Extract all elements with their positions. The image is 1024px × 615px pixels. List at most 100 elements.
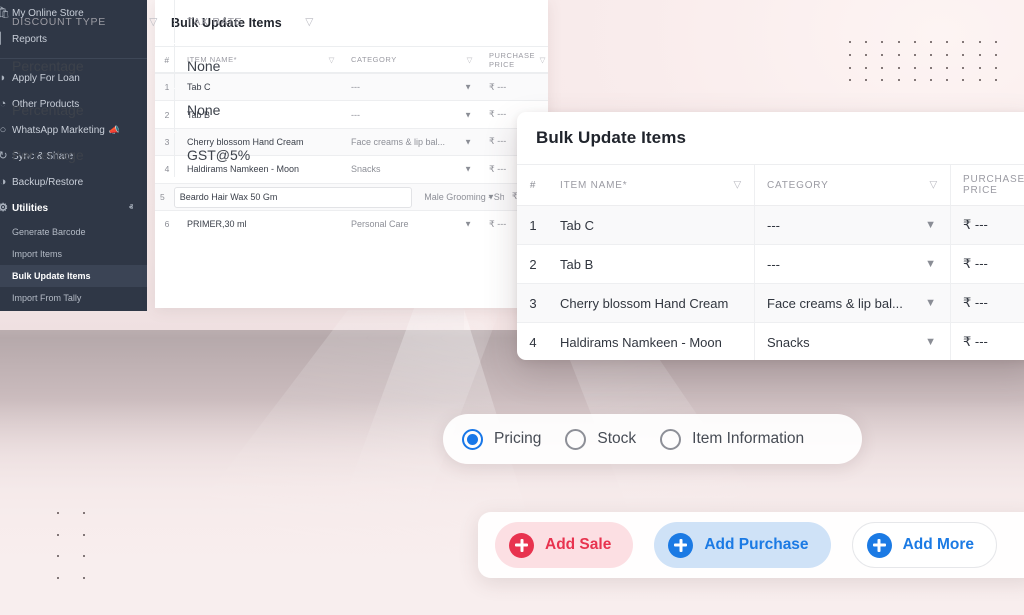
chevron-down-icon[interactable]: ▼	[925, 297, 936, 309]
row-number: 5	[155, 184, 170, 210]
radio-checked-icon[interactable]	[462, 429, 483, 450]
chevron-down-icon[interactable]: ▼	[925, 336, 936, 348]
chevron-down-icon[interactable]: ▼	[487, 192, 495, 201]
filter-funnel-icon[interactable]: ▽	[734, 180, 743, 191]
item-name-cell[interactable]: Tab C	[549, 206, 755, 244]
chevron-down-icon[interactable]: ▼	[464, 220, 472, 229]
sidebar-item-label: Backup/Restore	[12, 177, 83, 188]
category-dropdown[interactable]: --- ▼	[343, 101, 481, 127]
chevron-up-icon[interactable]: ⱏ	[129, 203, 133, 213]
decorative-dot	[881, 54, 883, 56]
decorative-dot	[849, 41, 851, 43]
category-dropdown[interactable]: --- ▼	[755, 245, 951, 283]
decorative-dot-grid-top-right	[849, 41, 999, 85]
radio-option-label: Stock	[597, 430, 636, 448]
table-body: 1 Tab C --- ▼ ₹ --- 2 Tab B --- ▼ ₹ --- 3 Cherry bl…	[517, 206, 1024, 360]
sidebar-item-utilities[interactable]: ⚙ Utilities ⱏ	[0, 195, 147, 221]
chevron-down-icon[interactable]: ▼	[925, 219, 936, 231]
table-row[interactable]: 2 Tab B --- ▼ ₹ ---	[517, 245, 1024, 284]
decorative-dot	[930, 79, 932, 81]
purchase-price-cell[interactable]: ₹ ---	[951, 323, 1024, 360]
category-dropdown[interactable]: --- ▼	[343, 74, 481, 100]
chevron-down-icon[interactable]: ▼	[464, 165, 472, 174]
add-purchase-button[interactable]: Add Purchase	[654, 522, 830, 568]
sidebar-sub-item-label: Generate Barcode	[12, 227, 86, 237]
column-header-label: PURCHASE PRICE	[963, 174, 1024, 196]
filter-funnel-icon[interactable]: ▽	[305, 16, 314, 28]
radio-unchecked-icon[interactable]	[565, 429, 586, 450]
table-row[interactable]: 5 Beardo Hair Wax 50 Gm Male Grooming - Sh…	[155, 183, 548, 210]
sidebar-item-label: Utilities	[12, 203, 48, 214]
filter-funnel-icon[interactable]: ▽	[540, 55, 546, 64]
add-more-button[interactable]: Add More	[852, 522, 997, 568]
filter-funnel-icon[interactable]: ▽	[930, 180, 939, 191]
tax-rate-dropdown[interactable]: GST@5% ⱟ	[175, 133, 330, 177]
decorative-dot	[57, 512, 59, 514]
decorative-dot	[57, 534, 59, 536]
chevron-down-icon[interactable]: ▼	[464, 137, 472, 146]
category-value: ---	[767, 257, 780, 272]
column-header-purchase-price: PURCHASE PRICE ▽	[481, 47, 548, 72]
item-name-cell[interactable]: Cherry blossom Hand Cream	[549, 284, 755, 322]
table-row[interactable]: 1 Tab C --- ▼ ₹ ---	[517, 206, 1024, 245]
category-dropdown[interactable]: --- ▼	[755, 206, 951, 244]
sidebar-item-import-from-tally[interactable]: Import From Tally	[0, 287, 147, 309]
filter-funnel-icon[interactable]: ▽	[467, 55, 473, 64]
decorative-dot	[914, 54, 916, 56]
chevron-down-icon[interactable]: ▼	[464, 83, 472, 92]
decorative-dot	[930, 41, 932, 43]
table-row[interactable]: 6 PRIMER,30 ml Personal Care ▼ ₹ ---	[155, 210, 548, 237]
add-sale-button[interactable]: Add Sale	[495, 522, 633, 568]
discount-table-body: Percentage ⱟ None ⱟ Percentage ⱟ None ⱟ Percenta…	[0, 44, 330, 178]
chevron-down-icon[interactable]: ▼	[925, 258, 936, 270]
purchase-price-cell[interactable]: ₹ ---	[481, 74, 548, 100]
radio-option-item-information[interactable]: Item Information	[660, 429, 804, 450]
sidebar-sub-item-label: Import From Tally	[12, 293, 81, 303]
category-value: Face creams & lip bal...	[351, 137, 445, 147]
radio-option-pricing[interactable]: Pricing	[462, 429, 541, 450]
decorative-dot	[930, 54, 932, 56]
category-dropdown[interactable]: Personal Care ▼	[343, 211, 481, 237]
category-dropdown[interactable]: Face creams & lip bal... ▼	[755, 284, 951, 322]
decorative-dot	[995, 79, 997, 81]
decorative-dot	[865, 54, 867, 56]
category-dropdown[interactable]: Snacks ▼	[343, 156, 481, 182]
sidebar-item-import-items[interactable]: Import Items	[0, 243, 147, 265]
decorative-dot	[914, 41, 916, 43]
item-name-cell[interactable]: PRIMER,30 ml	[179, 211, 343, 237]
column-header-label: DISCOUNT TYPE	[12, 16, 106, 28]
category-dropdown[interactable]: Face creams & lip bal... ▼	[343, 129, 481, 155]
radio-option-stock[interactable]: Stock	[565, 429, 636, 450]
discount-type-dropdown[interactable]: Percentage ⱟ	[0, 44, 175, 88]
chevron-down-icon[interactable]: ▼	[464, 110, 472, 119]
discount-type-dropdown[interactable]: Percentage ⱟ	[0, 133, 175, 177]
decorative-dot	[865, 67, 867, 69]
category-dropdown[interactable]: Male Grooming - Shavi...▼	[416, 184, 504, 210]
sidebar-item-bulk-update-items[interactable]: Bulk Update Items	[0, 265, 147, 287]
table-row[interactable]: 4 Haldirams Namkeen - Moon Snacks ▼ ₹ ---	[517, 323, 1024, 360]
tax-rate-dropdown[interactable]: None ⱟ	[175, 89, 330, 133]
sidebar-item-generate-barcode[interactable]: Generate Barcode	[0, 221, 147, 243]
radio-unchecked-icon[interactable]	[660, 429, 681, 450]
table-row[interactable]: Percentage ⱟ None ⱟ	[0, 89, 330, 134]
table-column-headers: # ITEM NAME* ▽ CATEGORY ▽ PURCHASE PRICE	[517, 164, 1024, 206]
purchase-price-cell[interactable]: ₹ ---	[951, 206, 1024, 244]
category-value: ---	[351, 82, 360, 92]
discount-type-dropdown[interactable]: Percentage ⱟ	[0, 89, 175, 133]
category-dropdown[interactable]: Snacks ▼	[755, 323, 951, 360]
item-name-cell[interactable]: Beardo Hair Wax 50 Gm	[174, 187, 413, 208]
item-name-cell[interactable]: Tab B	[549, 245, 755, 283]
table-row[interactable]: Percentage ⱟ GST@5% ⱟ	[0, 133, 330, 178]
sidebar-sub-item-label: Bulk Update Items	[12, 271, 91, 281]
discount-type-value: Percentage	[12, 147, 84, 163]
table-row[interactable]: Percentage ⱟ None ⱟ	[0, 44, 330, 89]
table-row[interactable]: 3 Cherry blossom Hand Cream Face creams & …	[517, 284, 1024, 323]
category-value: Snacks	[351, 164, 381, 174]
tax-rate-dropdown[interactable]: None ⱟ	[175, 44, 330, 88]
column-header-category: CATEGORY ▽	[755, 165, 951, 205]
purchase-price-cell[interactable]: ₹ ---	[951, 245, 1024, 283]
item-name-cell[interactable]: Haldirams Namkeen - Moon	[549, 323, 755, 360]
purchase-price-cell[interactable]: ₹ ---	[951, 284, 1024, 322]
bulk-update-items-card: Bulk Update Items # ITEM NAME* ▽ CATEGORY ▽ P…	[517, 112, 1024, 360]
filter-funnel-icon[interactable]: ▽	[149, 16, 158, 28]
